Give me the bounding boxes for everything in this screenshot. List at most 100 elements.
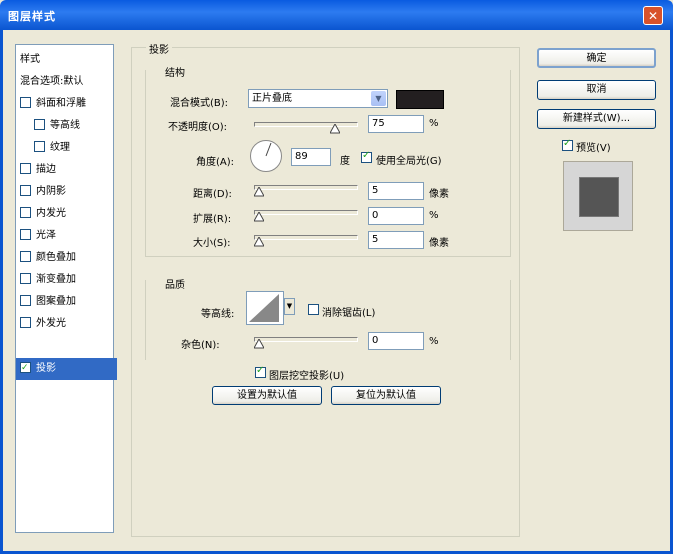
checkbox[interactable] <box>20 272 31 284</box>
size-value: 5 <box>372 234 379 245</box>
preview-swatch <box>579 177 619 217</box>
size-slider-thumb[interactable] <box>254 237 264 247</box>
angle-dial[interactable] <box>250 140 282 172</box>
sidebar-item-label: 外发光 <box>36 318 66 329</box>
structure-title: 结构 <box>165 68 185 79</box>
style-list: 样式 混合选项:默认 斜面和浮雕 等高线 纹理 描边 内阴影 内发光 光泽 颜色… <box>15 44 117 533</box>
sidebar-item-label: 样式 <box>20 54 40 65</box>
reset-default-label: 复位为默认值 <box>356 390 416 401</box>
ok-button[interactable]: 确定 <box>537 48 656 68</box>
distance-slider-thumb[interactable] <box>254 187 264 197</box>
spread-slider[interactable] <box>254 210 358 215</box>
checkbox[interactable] <box>20 162 31 174</box>
sidebar-item-gradient-overlay[interactable]: 渐变叠加 <box>20 269 117 291</box>
sidebar-item-color-overlay[interactable]: 颜色叠加 <box>20 247 117 269</box>
chevron-down-icon: ▼ <box>371 91 386 106</box>
sidebar-item-styles[interactable]: 样式 <box>20 49 117 71</box>
contour-dropdown-arrow[interactable]: ▼ <box>284 298 295 315</box>
window-title: 图层样式 <box>8 10 56 23</box>
close-icon: ✕ <box>647 9 659 23</box>
sidebar-item-drop-shadow[interactable]: 投影 <box>16 357 117 380</box>
sidebar-item-label: 光泽 <box>36 230 56 241</box>
sidebar-item-label: 纹理 <box>50 142 70 153</box>
sidebar-item-outer-glow[interactable]: 外发光 <box>20 313 117 335</box>
new-style-label: 新建样式(W)... <box>562 113 631 124</box>
preview-label: 预览(V) <box>576 143 611 154</box>
preview-checkbox[interactable] <box>562 138 573 151</box>
spread-unit: % <box>429 210 439 221</box>
sidebar-item-inner-glow[interactable]: 内发光 <box>20 203 117 225</box>
sidebar-item-stroke[interactable]: 描边 <box>20 159 117 181</box>
sidebar-item-inner-shadow[interactable]: 内阴影 <box>20 181 117 203</box>
group-title: 投影 <box>146 41 172 56</box>
style-preview <box>563 161 633 231</box>
distance-input[interactable]: 5 <box>368 182 424 200</box>
noise-slider[interactable] <box>254 337 358 342</box>
sidebar-item-label: 斜面和浮雕 <box>36 98 86 109</box>
angle-input[interactable]: 89 <box>291 148 331 166</box>
checkbox[interactable] <box>20 357 31 379</box>
sidebar-item-label: 内发光 <box>36 208 66 219</box>
checkbox[interactable] <box>20 96 31 108</box>
spread-value: 0 <box>372 210 379 221</box>
new-style-button[interactable]: 新建样式(W)... <box>537 109 656 129</box>
structure-border-right <box>510 70 511 256</box>
spread-slider-thumb[interactable] <box>254 212 264 222</box>
sidebar-item-blending-options[interactable]: 混合选项:默认 <box>20 71 117 93</box>
contour-label: 等高线: <box>201 309 235 320</box>
contour-picker[interactable] <box>246 291 284 325</box>
opacity-slider[interactable] <box>254 122 358 127</box>
sidebar-item-label: 等高线 <box>50 120 80 131</box>
global-light-label: 使用全局光(G) <box>376 156 442 167</box>
distance-slider[interactable] <box>254 185 358 190</box>
anti-alias-checkbox[interactable] <box>308 304 319 315</box>
checkbox[interactable] <box>20 250 31 262</box>
noise-input[interactable]: 0 <box>368 332 424 350</box>
opacity-label: 不透明度(O): <box>168 122 228 133</box>
opacity-slider-thumb[interactable] <box>330 124 340 134</box>
spread-label: 扩展(R): <box>193 214 232 225</box>
distance-value: 5 <box>372 185 379 196</box>
sidebar-item-satin[interactable]: 光泽 <box>20 225 117 247</box>
checkbox[interactable] <box>34 118 45 130</box>
checkbox[interactable] <box>34 140 45 152</box>
size-slider[interactable] <box>254 235 358 240</box>
checkbox[interactable] <box>20 206 31 218</box>
cancel-button[interactable]: 取消 <box>537 80 656 100</box>
ok-label: 确定 <box>586 53 607 64</box>
opacity-value: 75 <box>372 118 385 129</box>
sidebar-item-texture[interactable]: 纹理 <box>34 137 131 159</box>
close-button[interactable]: ✕ <box>643 6 663 25</box>
spread-input[interactable]: 0 <box>368 207 424 225</box>
angle-value: 89 <box>295 151 308 162</box>
opacity-input[interactable]: 75 <box>368 115 424 133</box>
shadow-color-swatch[interactable] <box>396 90 444 109</box>
noise-label: 杂色(N): <box>181 340 220 351</box>
sidebar-item-label: 投影 <box>36 363 56 374</box>
noise-slider-thumb[interactable] <box>254 339 264 349</box>
distance-label: 距离(D): <box>193 189 232 200</box>
sidebar-item-label: 内阴影 <box>36 186 66 197</box>
checkbox[interactable] <box>20 184 31 196</box>
title-bar: 图层样式 ✕ <box>0 0 673 30</box>
size-label: 大小(S): <box>193 238 231 249</box>
quality-border-left <box>145 280 146 360</box>
structure-border-left <box>145 70 146 256</box>
sidebar-item-bevel-emboss[interactable]: 斜面和浮雕 <box>20 93 117 115</box>
reset-default-button[interactable]: 复位为默认值 <box>331 386 441 405</box>
checkbox[interactable] <box>20 294 31 306</box>
blend-mode-label: 混合模式(B): <box>170 98 229 109</box>
blend-mode-dropdown[interactable]: 正片叠底 ▼ <box>248 89 388 108</box>
size-input[interactable]: 5 <box>368 231 424 249</box>
sidebar-item-contour[interactable]: 等高线 <box>34 115 131 137</box>
sidebar-item-pattern-overlay[interactable]: 图案叠加 <box>20 291 117 313</box>
use-global-light-checkbox[interactable] <box>361 150 372 163</box>
make-default-button[interactable]: 设置为默认值 <box>212 386 322 405</box>
checkbox[interactable] <box>20 316 31 328</box>
quality-border-right <box>510 280 511 360</box>
layer-knocks-out-checkbox[interactable] <box>255 365 266 378</box>
anti-alias-label: 消除锯齿(L) <box>322 308 376 319</box>
make-default-label: 设置为默认值 <box>237 390 297 401</box>
quality-title: 品质 <box>165 280 185 291</box>
checkbox[interactable] <box>20 228 31 240</box>
